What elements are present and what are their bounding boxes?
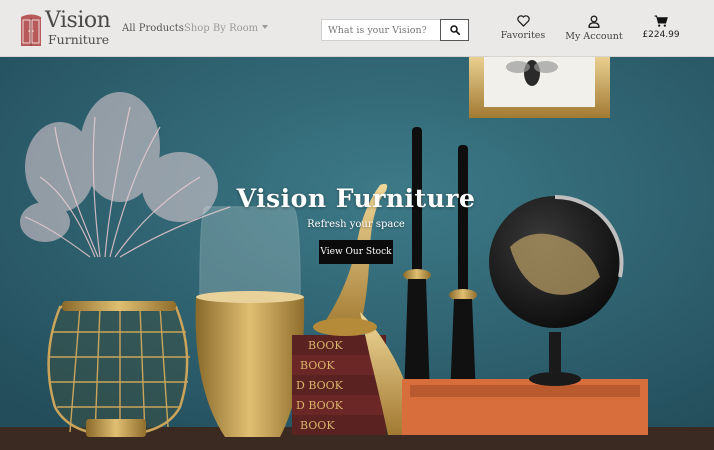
search-button[interactable] — [440, 19, 469, 41]
orange-tray — [402, 379, 648, 435]
hero-title: Vision Furniture — [236, 184, 476, 213]
shopping-cart-icon — [654, 15, 668, 27]
book-spine-1: BOOK — [308, 339, 343, 352]
view-our-stock-button[interactable]: View Our Stock — [319, 240, 393, 264]
book-spine-2: BOOK — [300, 359, 335, 372]
my-account-link[interactable]: My Account — [562, 15, 626, 42]
nav-shop-by-room-label: Shop By Room — [184, 23, 259, 34]
hero-banner: BOOK BOOK D BOOK D BOOK BOOK Vision Furn… — [0, 57, 714, 450]
user-icon — [588, 15, 600, 28]
favorites-link[interactable]: Favorites — [498, 15, 548, 41]
brand-name: Vision — [45, 8, 111, 33]
book-spine-5: BOOK — [300, 419, 335, 432]
brand-logo-link[interactable]: Vision Furniture — [20, 8, 111, 49]
book-spine-3: D BOOK — [296, 379, 344, 392]
navbar: Vision Furniture All Products Shop By Ro… — [0, 0, 714, 57]
caret-down-icon — [262, 25, 269, 29]
nav-shop-by-room-dropdown[interactable]: Shop By Room — [184, 23, 269, 35]
gold-wire-vase — [47, 301, 190, 437]
book-spine-4: D BOOK — [296, 399, 344, 412]
cart-link[interactable]: £224.99 — [640, 15, 682, 41]
search-icon — [449, 25, 460, 35]
nav-all-products[interactable]: All Products — [122, 23, 184, 35]
cart-total: £224.99 — [642, 30, 680, 40]
wardrobe-logo-icon — [21, 14, 41, 46]
my-account-label: My Account — [565, 31, 623, 42]
brand-subtitle: Furniture — [48, 32, 110, 47]
glass-gold-vase — [195, 206, 305, 437]
hero-subtitle: Refresh your space — [307, 219, 405, 230]
heart-icon — [516, 15, 530, 27]
search-input[interactable] — [321, 19, 441, 41]
favorites-label: Favorites — [500, 30, 546, 41]
framed-bee-picture — [469, 57, 610, 118]
